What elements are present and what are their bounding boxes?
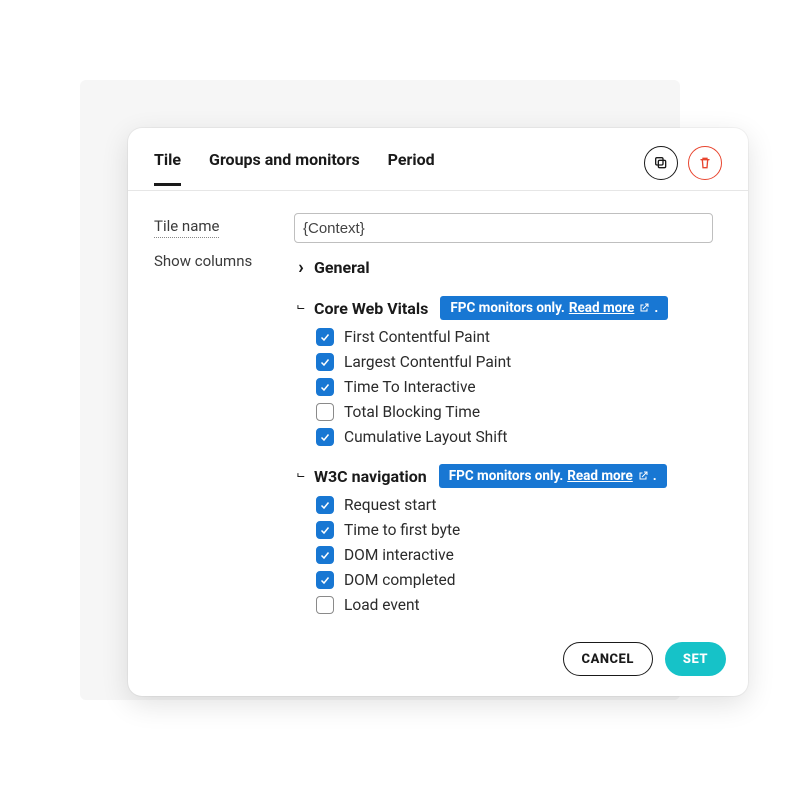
- check-icon: [319, 499, 331, 511]
- option-label: Cumulative Layout Shift: [344, 428, 507, 446]
- option-label: First Contentful Paint: [344, 328, 490, 346]
- checkbox[interactable]: [316, 353, 334, 371]
- section: ⌐ Core Web Vitals FPC monitors only. Read …: [294, 292, 722, 450]
- tile-name-input[interactable]: [294, 213, 713, 243]
- tile-name-label: Tile name: [154, 217, 274, 238]
- option-label: Largest Contentful Paint: [344, 353, 511, 371]
- fpc-badge: FPC monitors only. Read more .: [439, 464, 667, 488]
- tab-tile[interactable]: Tile: [154, 150, 181, 186]
- external-link-icon: [637, 470, 649, 482]
- section-header[interactable]: ⌐ W3C navigation FPC monitors only. Read m…: [294, 460, 722, 492]
- section-title: W3C navigation: [314, 467, 427, 486]
- section-items: First Contentful Paint Largest Contentful…: [294, 324, 722, 450]
- read-more-link[interactable]: Read more: [569, 300, 635, 316]
- check-icon: [319, 381, 331, 393]
- checkbox[interactable]: [316, 546, 334, 564]
- form-labels-column: Tile name Show columns: [154, 213, 274, 270]
- check-icon: [319, 356, 331, 368]
- dialog-body: Tile name Show columns › General ⌐ Core Web…: [128, 191, 748, 626]
- section: › General: [294, 253, 722, 282]
- column-option[interactable]: First Contentful Paint: [316, 328, 722, 346]
- column-option[interactable]: Total Blocking Time: [316, 403, 722, 421]
- check-icon: [319, 431, 331, 443]
- column-option[interactable]: DOM completed: [316, 571, 722, 589]
- badge-text: FPC monitors only.: [450, 300, 565, 316]
- checkbox[interactable]: [316, 328, 334, 346]
- checkbox[interactable]: [316, 596, 334, 614]
- checkbox[interactable]: [316, 571, 334, 589]
- dialog-footer: CANCEL SET: [128, 626, 748, 696]
- tile-settings-dialog: Tile Groups and monitors Period Tile nam…: [128, 128, 748, 696]
- copy-icon: [653, 155, 669, 171]
- cancel-button[interactable]: CANCEL: [563, 642, 653, 676]
- column-option[interactable]: Cumulative Layout Shift: [316, 428, 722, 446]
- section-header[interactable]: › General: [294, 253, 722, 282]
- tab-groups-and-monitors[interactable]: Groups and monitors: [209, 150, 360, 186]
- option-label: Request start: [344, 496, 436, 514]
- checkbox[interactable]: [316, 403, 334, 421]
- checkbox[interactable]: [316, 521, 334, 539]
- duplicate-button[interactable]: [644, 146, 678, 180]
- columns-sections: › General ⌐ Core Web Vitals FPC monitors onl…: [294, 253, 722, 618]
- section-title: General: [314, 258, 370, 277]
- external-link-icon: [638, 302, 650, 314]
- check-icon: [319, 574, 331, 586]
- set-button[interactable]: SET: [665, 642, 726, 676]
- section-header[interactable]: ⌐ Core Web Vitals FPC monitors only. Read …: [294, 292, 722, 324]
- tab-bar: Tile Groups and monitors Period: [154, 150, 644, 186]
- option-label: Time to first byte: [344, 521, 460, 539]
- checkbox[interactable]: [316, 496, 334, 514]
- column-option[interactable]: DOM interactive: [316, 546, 722, 564]
- check-icon: [319, 331, 331, 343]
- trash-icon: [697, 155, 713, 171]
- option-label: DOM interactive: [344, 546, 454, 564]
- column-option[interactable]: Time To Interactive: [316, 378, 722, 396]
- option-label: Total Blocking Time: [344, 403, 480, 421]
- column-option[interactable]: Time to first byte: [316, 521, 722, 539]
- header-actions: [644, 146, 722, 180]
- check-icon: [319, 524, 331, 536]
- option-label: Time To Interactive: [344, 378, 476, 396]
- checkbox[interactable]: [316, 378, 334, 396]
- form-content-column: › General ⌐ Core Web Vitals FPC monitors onl…: [294, 213, 722, 618]
- section-title: Core Web Vitals: [314, 299, 428, 318]
- show-columns-label: Show columns: [154, 252, 274, 270]
- section: ⌐ W3C navigation FPC monitors only. Read m…: [294, 460, 722, 618]
- checkbox[interactable]: [316, 428, 334, 446]
- collapse-icon: ⌐: [294, 300, 308, 317]
- fpc-badge: FPC monitors only. Read more .: [440, 296, 668, 320]
- tab-period[interactable]: Period: [388, 150, 435, 186]
- delete-button[interactable]: [688, 146, 722, 180]
- option-label: DOM completed: [344, 571, 455, 589]
- read-more-link[interactable]: Read more: [567, 468, 633, 484]
- column-option[interactable]: Request start: [316, 496, 722, 514]
- badge-text: FPC monitors only.: [449, 468, 564, 484]
- expand-icon: ›: [294, 257, 308, 278]
- option-label: Load event: [344, 596, 420, 614]
- check-icon: [319, 549, 331, 561]
- dialog-header: Tile Groups and monitors Period: [128, 128, 748, 191]
- column-option[interactable]: Largest Contentful Paint: [316, 353, 722, 371]
- section-items: Request start Time to first byte DOM inter…: [294, 492, 722, 618]
- column-option[interactable]: Load event: [316, 596, 722, 614]
- collapse-icon: ⌐: [294, 468, 308, 485]
